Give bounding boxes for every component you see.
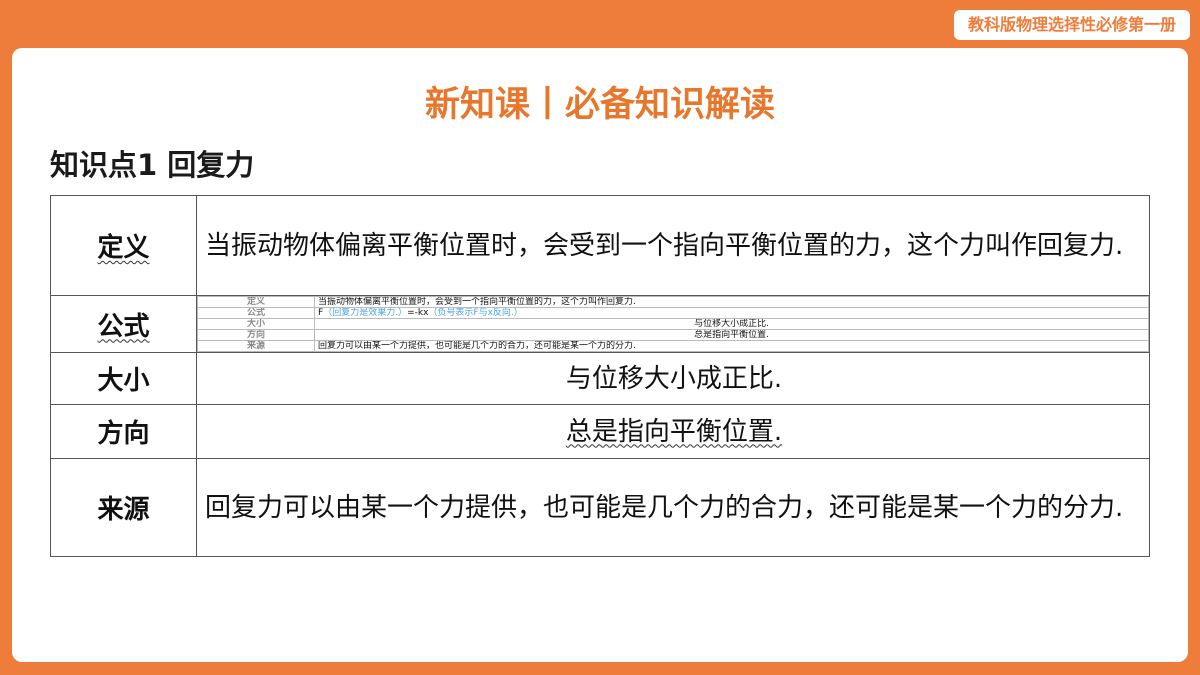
table-row: 大小 与位移大小成正比. [50,352,1150,405]
table-row: 公式 定义 当振动物体偏离平衡位置时，会受到一个指向平衡位置的力，这个力叫作回复… [50,295,1150,353]
inset-content: 回复力可以由某一个力提供，也可能是几个力的合力，还可能是某一个力的分力. [314,340,1149,352]
row-content: 回复力可以由某一个力提供，也可能是几个力的合力，还可能是某一个力的分力. [196,458,1150,557]
inset-content: 当振动物体偏离平衡位置时，会受到一个指向平衡位置的力，这个力叫作回复力. [314,296,1149,308]
formula-inset-image: 定义 当振动物体偏离平衡位置时，会受到一个指向平衡位置的力，这个力叫作回复力. … [196,295,1150,353]
slide-title: 新知课丨必备知识解读 [424,85,775,125]
inset-content: F（回复力是效果力.）=-kx（负号表示F与x反向.） [314,307,1149,319]
row-label: 来源 [50,458,197,557]
inset-row: 大小 与位移大小成正比. [197,318,1149,330]
row-label: 定义 [50,195,197,296]
row-content: 与位移大小成正比. [196,352,1150,405]
row-content: 总是指向平衡位置. [196,404,1150,459]
formula-inset-table: 定义 当振动物体偏离平衡位置时，会受到一个指向平衡位置的力，这个力叫作回复力. … [197,296,1149,352]
inset-content: 总是指向平衡位置. [314,329,1149,341]
table-row: 方向 总是指向平衡位置. [50,404,1150,459]
book-tag: 教科版物理选择性必修第一册 [953,10,1190,40]
row-label: 方向 [50,404,197,459]
row-label: 公式 [50,295,197,353]
inset-label: 公式 [197,307,315,319]
inset-label: 大小 [197,318,315,330]
knowledge-point-heading: 知识点1 回复力 [50,148,255,182]
inset-row: 定义 当振动物体偏离平衡位置时，会受到一个指向平衡位置的力，这个力叫作回复力. [197,296,1149,308]
inset-label: 定义 [197,296,315,308]
table-row: 定义 当振动物体偏离平衡位置时，会受到一个指向平衡位置的力，这个力叫作回复力. [50,195,1150,296]
row-label: 大小 [50,352,197,405]
knowledge-table: 定义 当振动物体偏离平衡位置时，会受到一个指向平衡位置的力，这个力叫作回复力. … [50,195,1150,557]
inset-row: 方向 总是指向平衡位置. [197,329,1149,341]
inset-label: 方向 [197,329,315,341]
inset-row: 公式 F（回复力是效果力.）=-kx（负号表示F与x反向.） [197,307,1149,319]
inset-label: 来源 [197,340,315,352]
table-row: 来源 回复力可以由某一个力提供，也可能是几个力的合力，还可能是某一个力的分力. [50,458,1150,557]
inset-content: 与位移大小成正比. [314,318,1149,330]
inset-row: 来源 回复力可以由某一个力提供，也可能是几个力的合力，还可能是某一个力的分力. [197,340,1149,352]
row-content: 当振动物体偏离平衡位置时，会受到一个指向平衡位置的力，这个力叫作回复力. [196,195,1150,296]
